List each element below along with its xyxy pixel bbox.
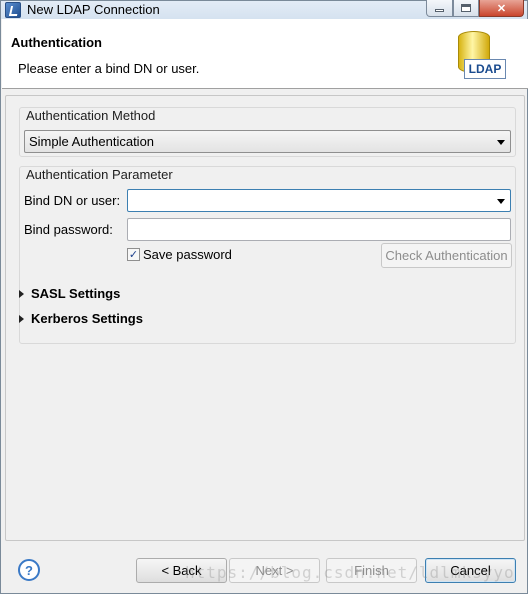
expand-arrow-icon [19, 314, 24, 323]
finish-button[interactable]: Finish [326, 558, 417, 583]
bind-password-label: Bind password: [24, 222, 113, 237]
wizard-content: Authentication Method Simple Authenticat… [5, 95, 525, 541]
expand-arrow-icon [19, 289, 24, 298]
minimize-icon [435, 9, 444, 12]
check-authentication-button[interactable]: Check Authentication [381, 243, 512, 268]
save-password-row[interactable]: ✓ Save password [127, 247, 232, 262]
app-icon [5, 2, 21, 18]
close-button[interactable]: ✕ [479, 0, 524, 17]
cancel-button[interactable]: Cancel [425, 558, 516, 583]
wizard-banner: Authentication Please enter a bind DN or… [2, 19, 528, 89]
group-label: Authentication Method [26, 108, 156, 123]
authentication-method-group: Authentication Method Simple Authenticat… [19, 107, 516, 157]
title-bar[interactable]: New LDAP Connection ✕ [1, 0, 527, 19]
section-label: Kerberos Settings [31, 311, 143, 326]
window-title: New LDAP Connection [27, 2, 160, 17]
maximize-icon [461, 4, 471, 12]
ldap-database-icon: LDAP [454, 29, 508, 83]
back-button[interactable]: < Back [136, 558, 227, 583]
group-label: Authentication Parameter [26, 167, 173, 182]
bind-password-field[interactable] [127, 218, 511, 241]
maximize-button[interactable] [453, 0, 479, 17]
page-title: Authentication [11, 35, 102, 50]
section-label: SASL Settings [31, 286, 121, 301]
save-password-label: Save password [143, 247, 232, 262]
save-password-checkbox[interactable]: ✓ [127, 248, 140, 261]
close-icon: ✕ [496, 2, 507, 15]
ldap-connection-dialog: New LDAP Connection ✕ Authentication Ple… [0, 0, 528, 594]
ldap-icon-label: LDAP [464, 59, 506, 79]
minimize-button[interactable] [426, 0, 453, 17]
bind-dn-field[interactable] [127, 189, 511, 212]
help-icon[interactable]: ? [18, 559, 40, 581]
chevron-down-icon [497, 140, 505, 145]
authentication-method-select[interactable]: Simple Authentication [24, 130, 511, 153]
page-description: Please enter a bind DN or user. [18, 61, 200, 76]
sasl-settings-section[interactable]: SASL Settings [19, 286, 120, 301]
select-value: Simple Authentication [29, 134, 155, 149]
next-button[interactable]: Next > [229, 558, 320, 583]
bind-dn-label: Bind DN or user: [24, 193, 121, 208]
kerberos-settings-section[interactable]: Kerberos Settings [19, 311, 143, 326]
chevron-down-icon[interactable] [497, 199, 505, 204]
